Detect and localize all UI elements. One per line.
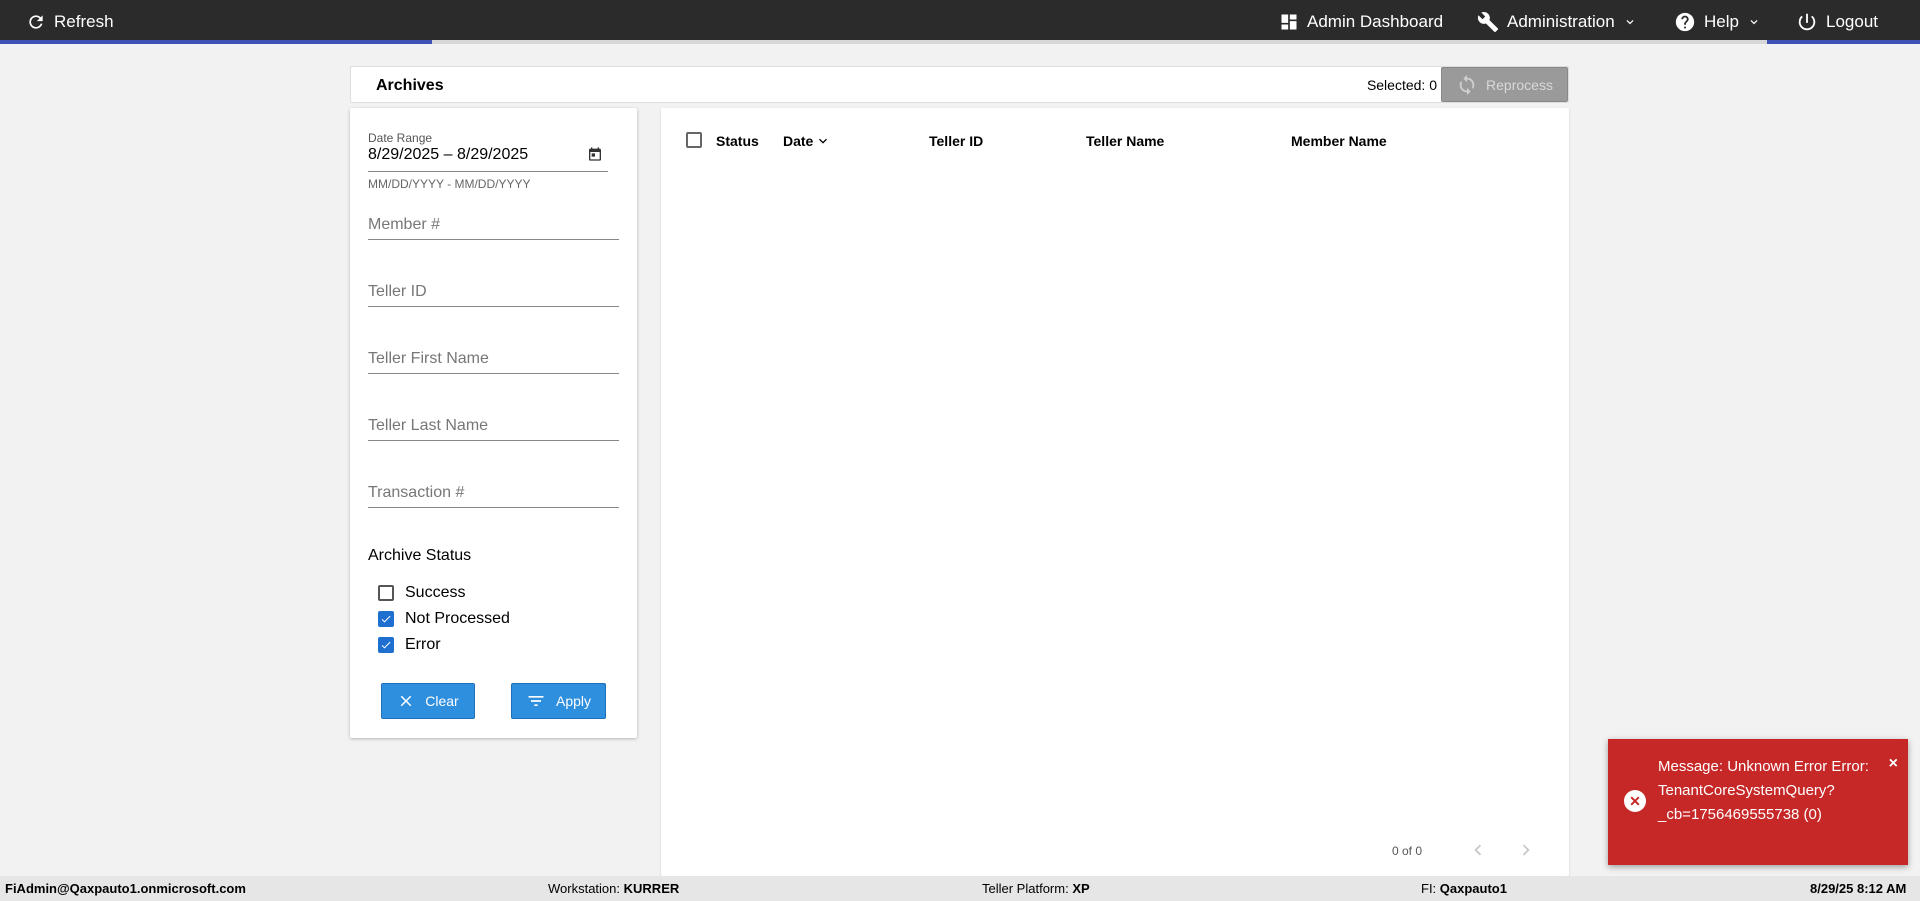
administration-menu[interactable]: Administration (1477, 0, 1637, 44)
calendar-icon[interactable] (587, 146, 603, 167)
member-number-input[interactable] (368, 210, 619, 240)
admin-dashboard-button[interactable]: Admin Dashboard (1279, 0, 1443, 44)
dashboard-icon (1281, 14, 1297, 30)
checkbox[interactable] (378, 585, 394, 601)
pager-previous-button[interactable] (1467, 839, 1489, 866)
column-header-label: Status (716, 133, 759, 149)
footer-datetime: 8/29/25 8:12 AM (1810, 881, 1907, 896)
toast-message: Message: Unknown Error Error: TenantCore… (1658, 758, 1869, 823)
error-toast: Message: Unknown Error Error: TenantCore… (1608, 739, 1908, 865)
top-bar: Refresh Admin Dashboard Administration H… (0, 0, 1920, 44)
wrench-icon (1477, 12, 1499, 33)
clear-label: Clear (425, 693, 459, 709)
date-range-input[interactable]: 8/29/2025 – 8/29/2025 (368, 146, 528, 164)
help-icon (1675, 12, 1695, 32)
page-title: Archives (376, 77, 444, 94)
logout-label: Logout (1826, 12, 1878, 31)
column-header-teller-name[interactable]: Teller Name (1086, 133, 1164, 149)
power-icon (1798, 13, 1816, 31)
reprocess-button[interactable]: Reprocess (1441, 67, 1568, 102)
column-header-label: Date (783, 133, 814, 149)
chevron-down-icon (1750, 20, 1758, 25)
archives-grid: Status Date Teller ID Teller Name Member… (661, 108, 1569, 876)
check-icon (381, 615, 391, 623)
refresh-icon (29, 15, 43, 29)
clear-button[interactable]: Clear (381, 683, 475, 719)
status-checkbox-error[interactable]: Error (378, 636, 441, 654)
reprocess-label: Reprocess (1486, 76, 1553, 93)
status-option-label: Not Processed (405, 610, 510, 627)
footer-platform-label: Teller Platform: (982, 881, 1069, 896)
selected-count: Selected: 0 (1366, 77, 1437, 93)
refresh-button[interactable]: Refresh (26, 0, 114, 44)
column-header-member-name[interactable]: Member Name (1291, 133, 1387, 149)
footer-fi-value: Qaxpauto1 (1439, 881, 1507, 896)
filter-panel: Date Range 8/29/2025 – 8/29/2025 MM/DD/Y… (350, 108, 637, 738)
footer-fi-label: FI: (1421, 881, 1437, 896)
status-footer: FiAdmin@Qaxpauto1.onmicrosoft.com Workst… (0, 876, 1920, 901)
archives-header: Archives Selected: 0 Reprocess (350, 66, 1569, 103)
select-all-checkbox[interactable] (686, 132, 702, 148)
chevron-left-icon (1474, 844, 1482, 856)
chevron-down-icon (819, 138, 828, 144)
chevron-right-icon (1522, 844, 1530, 856)
date-range-label: Date Range (368, 131, 433, 145)
date-range-underline (368, 171, 608, 172)
apply-button[interactable]: Apply (511, 683, 606, 719)
apply-label: Apply (555, 693, 592, 709)
loading-progress-bar (0, 40, 1920, 44)
progress-segment (1767, 40, 1920, 44)
teller-id-input[interactable] (368, 277, 619, 307)
chevron-down-icon (1626, 20, 1634, 25)
footer-workstation-value: KURRER (623, 881, 680, 896)
column-header-label: Member Name (1291, 133, 1387, 149)
progress-segment (0, 40, 432, 44)
status-checkbox-not-processed[interactable]: Not Processed (378, 610, 510, 628)
checkbox[interactable] (378, 611, 394, 627)
footer-workstation-label: Workstation: (548, 881, 621, 896)
pager-status: 0 of 0 (1392, 844, 1423, 858)
column-header-teller-id[interactable]: Teller ID (929, 133, 983, 149)
status-option-label: Error (405, 636, 441, 653)
refresh-label: Refresh (54, 12, 114, 31)
pager-next-button[interactable] (1515, 839, 1537, 866)
teller-last-name-input[interactable] (368, 411, 619, 441)
archive-status-label: Archive Status (368, 547, 472, 564)
date-range-hint: MM/DD/YYYY - MM/DD/YYYY (368, 177, 531, 191)
close-icon[interactable]: × (1889, 755, 1898, 773)
error-icon (1623, 789, 1647, 818)
status-checkbox-success[interactable]: Success (378, 584, 465, 602)
column-header-status[interactable]: Status (716, 133, 759, 149)
check-icon (381, 641, 391, 649)
transaction-number-input[interactable] (368, 478, 619, 508)
close-icon (401, 695, 412, 707)
footer-user: FiAdmin@Qaxpauto1.onmicrosoft.com (5, 881, 246, 896)
teller-first-name-input[interactable] (368, 344, 619, 374)
column-header-label: Teller ID (929, 133, 984, 149)
column-header-date[interactable]: Date (783, 133, 831, 149)
admin-dashboard-label: Admin Dashboard (1307, 12, 1444, 31)
column-header-label: Teller Name (1086, 133, 1165, 149)
logout-button[interactable]: Logout (1796, 0, 1878, 44)
filter-icon (528, 696, 544, 706)
checkbox[interactable] (378, 637, 394, 653)
administration-label: Administration (1507, 12, 1615, 31)
footer-platform-value: XP (1072, 881, 1090, 896)
status-option-label: Success (405, 584, 466, 601)
sync-icon (1459, 74, 1475, 95)
help-menu[interactable]: Help (1674, 0, 1761, 44)
help-label: Help (1704, 12, 1739, 31)
